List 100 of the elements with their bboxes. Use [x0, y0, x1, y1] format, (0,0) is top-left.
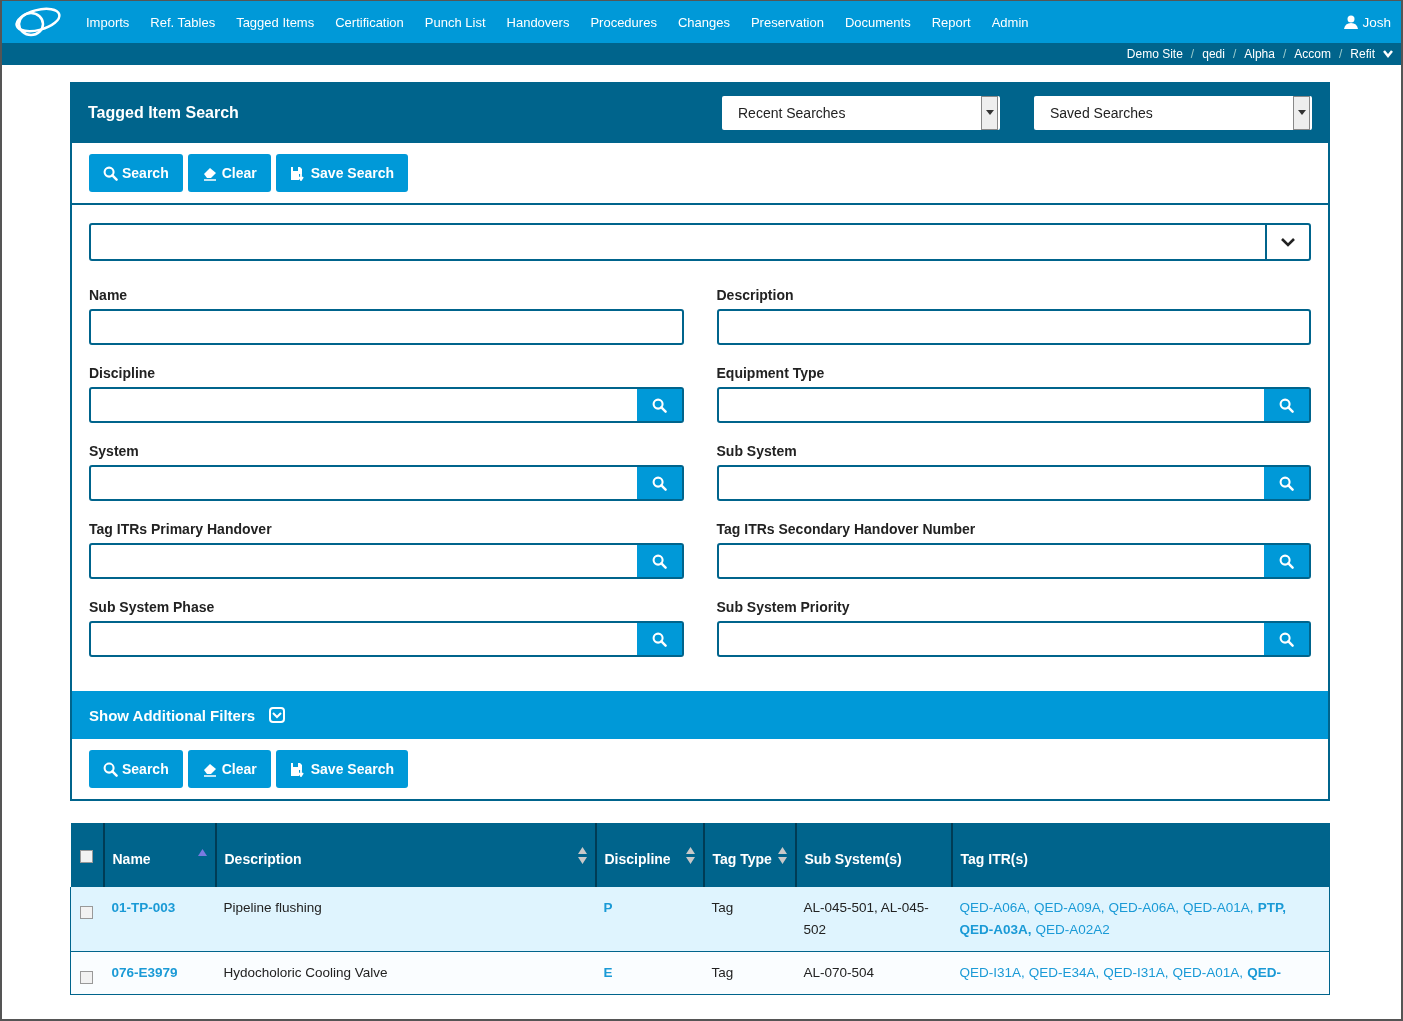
- table-row[interactable]: 076-E3979 Hydocholoric Cooling Valve E Tag AL-070-504 QED-I31A, QED-E34A, QED-I31A, QED-A01A, QED-: [70, 951, 1330, 995]
- expand-icon[interactable]: [269, 707, 286, 723]
- user-menu[interactable]: Josh: [1344, 14, 1391, 30]
- breadcrumb-link[interactable]: qedi: [1202, 47, 1225, 61]
- search-icon: [651, 631, 667, 647]
- field-label: Equipment Type: [716, 365, 826, 381]
- itr-link[interactable]: QED-E34A,: [1028, 962, 1100, 984]
- table-cell: Tag: [711, 900, 734, 915]
- table-row[interactable]: 01-TP-003 Pipeline flushing P Tag AL-045-501, AL-045-502 QED-A06A, QED-A09A, QED-A06A, QED-A01A, PTP, QED-A03A, QED-A02A2: [70, 887, 1330, 952]
- breadcrumb-link[interactable]: Alpha: [1244, 47, 1275, 61]
- itr-link[interactable]: PTP,: [1257, 897, 1286, 919]
- sort-icon[interactable]: [685, 846, 695, 864]
- itr-link[interactable]: QED-A09A,: [1034, 897, 1105, 919]
- field-label: Sub System: [716, 443, 798, 459]
- table-cell: AL-045-501, AL-045-502: [803, 900, 929, 937]
- itr-link[interactable]: QED-: [1247, 962, 1281, 984]
- field-label: Sub System Priority: [716, 599, 851, 615]
- nav-link[interactable]: Changes: [677, 14, 730, 30]
- itr-link[interactable]: QED-I31A,: [1103, 962, 1169, 984]
- clear-button[interactable]: Clear: [187, 154, 271, 192]
- breadcrumb-separator: /: [1282, 47, 1287, 61]
- text-field[interactable]: [716, 309, 1311, 345]
- chevron-down-icon: [1281, 237, 1295, 247]
- tag-name-link[interactable]: 076-E3979: [111, 965, 178, 980]
- breadcrumb-separator: /: [1338, 47, 1343, 61]
- nav-link[interactable]: Punch List: [424, 14, 486, 30]
- tag-name-link[interactable]: 01-TP-003: [111, 900, 176, 915]
- lookup-field[interactable]: [716, 465, 1311, 501]
- searches-dropdown[interactable]: Recent Searches: [722, 95, 1000, 130]
- discipline-link[interactable]: P: [603, 900, 613, 915]
- search-icon: [1279, 475, 1294, 491]
- sort-icon[interactable]: [777, 846, 787, 864]
- additional-filters-toggle[interactable]: Show Additional Filters: [89, 706, 256, 724]
- save-search-button[interactable]: Save Search: [275, 154, 409, 192]
- lookup-field[interactable]: [716, 621, 1311, 657]
- itr-link[interactable]: QED-A03A,: [959, 919, 1032, 941]
- row-checkbox[interactable]: [80, 970, 93, 984]
- lookup-field[interactable]: [89, 621, 684, 657]
- itr-link[interactable]: QED-A06A,: [1108, 897, 1180, 919]
- search-icon: [651, 475, 667, 491]
- lookup-field[interactable]: [89, 543, 684, 579]
- lookup-field[interactable]: [89, 387, 684, 423]
- breadcrumb-link[interactable]: Refit: [1350, 47, 1375, 61]
- nav-link[interactable]: Procedures: [590, 14, 657, 30]
- search-icon: [651, 397, 667, 413]
- breadcrumb-separator: /: [1190, 47, 1195, 61]
- nav-link[interactable]: Ref. Tables: [150, 14, 216, 30]
- user-icon: [1344, 15, 1359, 29]
- row-checkbox[interactable]: [80, 905, 93, 919]
- field-label: Discipline: [89, 365, 157, 381]
- itr-link[interactable]: QED-A06A,: [959, 897, 1031, 919]
- breadcrumb-link[interactable]: Accom: [1294, 47, 1331, 61]
- search-icon: [103, 165, 118, 181]
- nav-link[interactable]: Handovers: [506, 14, 570, 30]
- lookup-field[interactable]: [89, 465, 684, 501]
- table-cell: Hydocholoric Cooling Valve: [223, 965, 388, 980]
- column-header[interactable]: Tag ITR(s): [951, 823, 1330, 887]
- nav-link[interactable]: Tagged Items: [236, 14, 315, 30]
- search-icon: [1279, 631, 1294, 647]
- searches-dropdown[interactable]: Saved Searches: [1034, 95, 1312, 130]
- caret-icon: [1297, 110, 1306, 115]
- search-icon: [1279, 553, 1294, 569]
- itr-link[interactable]: QED-A01A,: [1183, 897, 1254, 919]
- discipline-link[interactable]: E: [603, 965, 613, 980]
- nav-link[interactable]: Imports: [86, 14, 130, 30]
- breadcrumb-separator: /: [1232, 47, 1237, 61]
- filter-select[interactable]: [89, 223, 1311, 261]
- itr-link[interactable]: QED-A02A2: [1035, 919, 1110, 941]
- text-field[interactable]: [89, 309, 684, 345]
- search-icon: [103, 761, 118, 777]
- field-label: Sub System Phase: [89, 599, 216, 615]
- search-button[interactable]: Search: [89, 154, 183, 192]
- floppy-disk-icon: [289, 165, 307, 181]
- table-cell: Tag: [711, 965, 734, 980]
- chevron-down-icon[interactable]: [1383, 50, 1393, 58]
- nav-link[interactable]: Documents: [844, 14, 911, 30]
- save-search-button[interactable]: Save Search: [275, 750, 409, 788]
- field-label: Tag ITRs Secondary Handover Number: [716, 521, 977, 537]
- field-label: Description: [716, 287, 795, 303]
- nav-link[interactable]: Report: [931, 14, 971, 30]
- sort-icon[interactable]: [577, 846, 587, 864]
- logo-icon[interactable]: [14, 5, 62, 39]
- itr-link[interactable]: QED-I31A,: [959, 962, 1025, 984]
- search-icon: [1279, 397, 1294, 413]
- eraser-icon: [201, 761, 218, 777]
- lookup-field[interactable]: [716, 543, 1311, 579]
- lookup-field[interactable]: [716, 387, 1311, 423]
- clear-button[interactable]: Clear: [187, 750, 271, 788]
- nav-link[interactable]: Certification: [335, 14, 404, 30]
- table-cell: Pipeline flushing: [223, 900, 322, 915]
- search-icon: [651, 553, 667, 569]
- select-all-checkbox[interactable]: [79, 849, 93, 863]
- breadcrumb-link[interactable]: Demo Site: [1126, 47, 1183, 61]
- itr-link[interactable]: QED-A01A,: [1172, 962, 1244, 984]
- floppy-disk-icon: [289, 761, 307, 777]
- field-label: System: [89, 443, 140, 459]
- nav-link[interactable]: Preservation: [750, 14, 824, 30]
- field-label: Name: [89, 287, 129, 303]
- nav-link[interactable]: Admin: [991, 14, 1029, 30]
- search-button[interactable]: Search: [89, 750, 183, 788]
